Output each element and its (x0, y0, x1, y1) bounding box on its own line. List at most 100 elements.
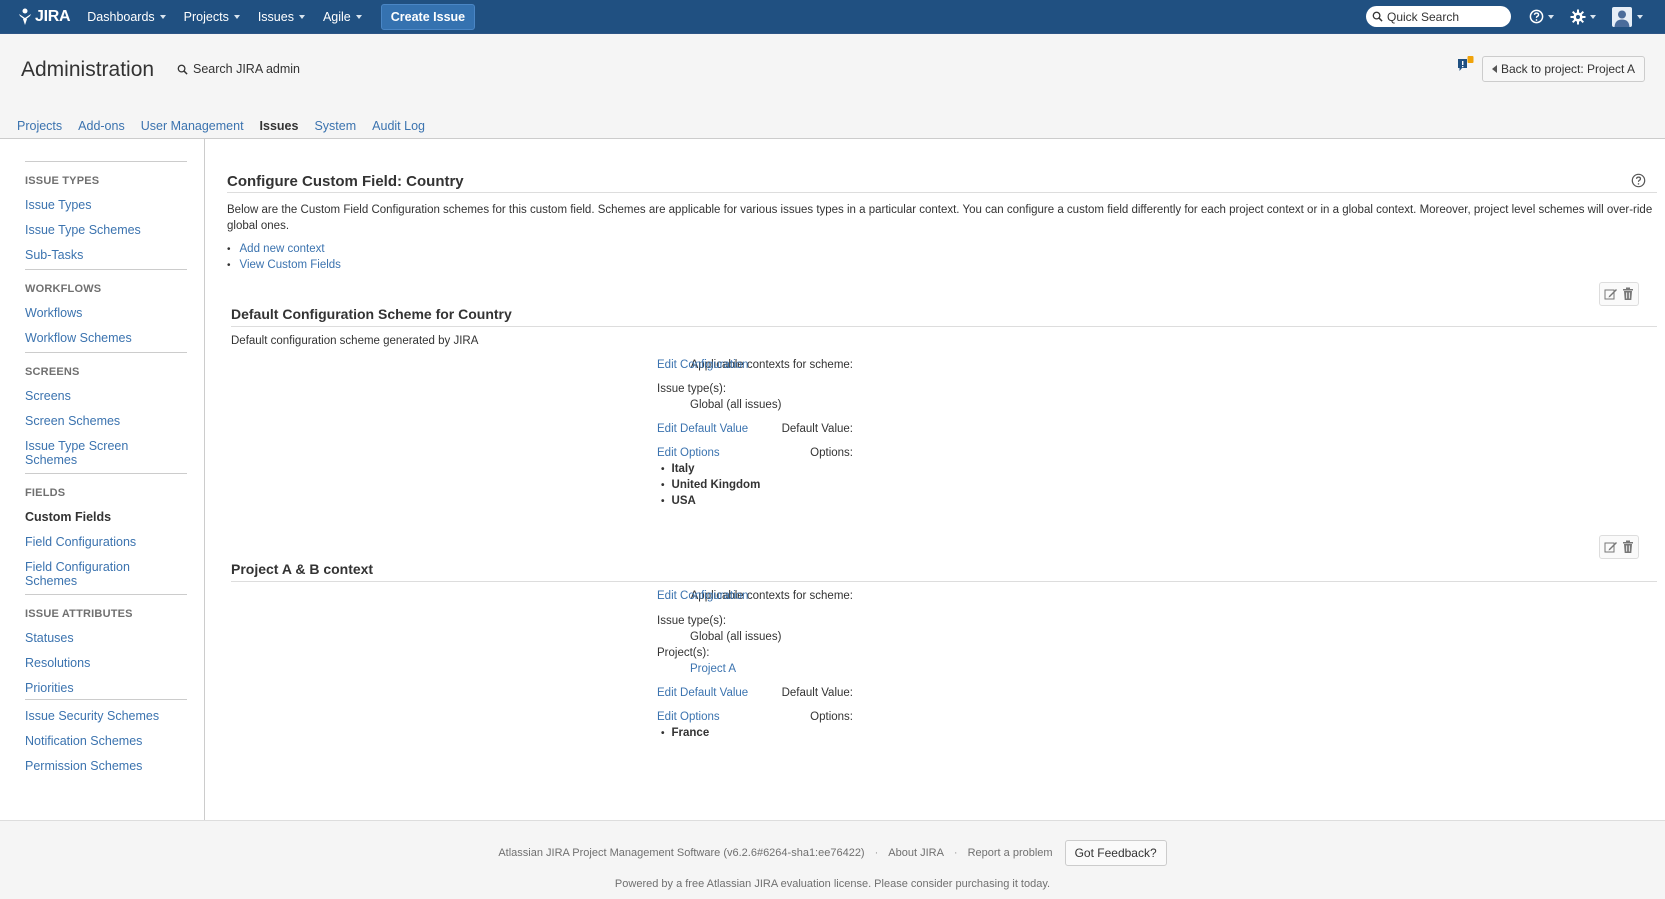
search-icon (1372, 11, 1383, 22)
list-item: • View Custom Fields (227, 259, 341, 271)
sidebar-item-issue-type-screen-schemes[interactable]: Issue Type Screen Schemes (25, 439, 135, 467)
chevron-down-icon (355, 14, 362, 19)
got-feedback-button[interactable]: Got Feedback? (1064, 840, 1167, 866)
back-to-project-button[interactable]: Back to project: Project A (1482, 56, 1646, 82)
sidebar-item-screen-schemes[interactable]: Screen Schemes (25, 414, 120, 428)
help-menu[interactable] (1529, 9, 1554, 24)
option-item: • Italy (661, 463, 695, 475)
admin-notification-button[interactable] (1457, 56, 1474, 77)
sidebar-item-sub-tasks[interactable]: Sub-Tasks (25, 248, 83, 262)
footer-separator: · (953, 847, 958, 859)
project-a-link[interactable]: Project A (690, 663, 736, 675)
sidebar-item-screens[interactable]: Screens (25, 389, 71, 403)
sidebar-item-permission-schemes[interactable]: Permission Schemes (25, 759, 142, 773)
edit-icon[interactable] (1604, 287, 1618, 301)
admin-search-placeholder: Search JIRA admin (193, 62, 300, 76)
tab-projects[interactable]: Projects (0, 119, 70, 133)
sidebar-item-workflow-schemes[interactable]: Workflow Schemes (25, 331, 132, 345)
bullet: • (661, 495, 665, 507)
nav-issues[interactable]: Issues (249, 0, 314, 34)
arrow-left-icon (1492, 65, 1497, 73)
user-profile-menu[interactable] (1612, 6, 1643, 27)
bullet: • (661, 463, 665, 475)
sidebar-group-fields: Fields Custom Fields Field Configuration… (25, 473, 187, 588)
scheme-description: Default configuration scheme generated b… (231, 335, 479, 347)
add-new-context-link[interactable]: Add new context (240, 243, 325, 255)
edit-icon[interactable] (1604, 540, 1618, 554)
chevron-down-icon (298, 14, 305, 19)
sidebar-item-workflows[interactable]: Workflows (25, 306, 82, 320)
nav-issues-label: Issues (257, 9, 294, 24)
edit-configuration-link[interactable]: Edit Configuration (657, 359, 748, 371)
option-label: Italy (671, 463, 695, 475)
tab-system[interactable]: System (306, 119, 364, 133)
sidebar-group-screens: Screens Screens Screen Schemes Issue Typ… (25, 352, 187, 467)
bullet: • (661, 479, 665, 491)
divider (25, 161, 187, 162)
sidebar-heading: Fields (25, 487, 66, 499)
edit-options-link[interactable]: Edit Options (657, 711, 720, 723)
tab-add-ons[interactable]: Add-ons (70, 119, 133, 133)
page-heading: Configure Custom Field: Country (227, 173, 464, 190)
notification-flag-icon (1458, 56, 1474, 71)
divider (25, 269, 187, 270)
divider (231, 326, 1657, 327)
edit-default-value-link[interactable]: Edit Default Value (657, 423, 748, 435)
nav-agile-label: Agile (322, 9, 351, 24)
admin-search-input[interactable]: Search JIRA admin (177, 62, 300, 76)
jira-logo-icon (19, 8, 31, 25)
edit-options-link[interactable]: Edit Options (657, 447, 720, 459)
nav-dashboards[interactable]: Dashboards (78, 0, 174, 34)
sidebar-item-field-configuration-schemes[interactable]: Field Configuration Schemes (25, 560, 140, 588)
tab-user-management[interactable]: User Management (133, 119, 252, 133)
quick-search-input[interactable]: Quick Search (1366, 6, 1511, 27)
option-label: United Kingdom (671, 479, 761, 491)
sidebar-item-resolutions[interactable]: Resolutions (25, 656, 90, 670)
option-label: France (671, 727, 710, 739)
sidebar-item-statuses[interactable]: Statuses (25, 631, 74, 645)
help-icon (1631, 173, 1646, 188)
chevron-down-icon (1637, 14, 1643, 19)
sidebar-item-notification-schemes[interactable]: Notification Schemes (25, 734, 142, 748)
admin-sidebar: Issue Types Issue Types Issue Type Schem… (0, 139, 205, 820)
nav-projects-label: Projects (183, 9, 229, 24)
page-description: Below are the Custom Field Configuration… (227, 204, 1653, 232)
trash-icon[interactable] (1622, 540, 1634, 554)
sidebar-item-custom-fields[interactable]: Custom Fields (25, 510, 111, 524)
sidebar-item-field-configurations[interactable]: Field Configurations (25, 535, 136, 549)
divider (25, 594, 187, 595)
option-item: • USA (661, 495, 696, 507)
sidebar-heading: Issue Attributes (25, 608, 133, 620)
sidebar-item-priorities[interactable]: Priorities (25, 681, 74, 695)
tab-issues[interactable]: Issues (252, 119, 307, 133)
chevron-down-icon (1590, 14, 1596, 19)
option-item: • France (661, 727, 709, 739)
help-link[interactable] (1631, 173, 1646, 191)
default-value-label: Default Value: (781, 423, 853, 435)
view-custom-fields-link[interactable]: View Custom Fields (240, 259, 341, 271)
nav-agile[interactable]: Agile (314, 0, 371, 34)
chevron-down-icon (159, 14, 166, 19)
default-value-label: Default Value: (781, 687, 853, 699)
footer-license: Powered by a free Atlassian JIRA evaluat… (614, 878, 1051, 890)
about-jira-link[interactable]: About JIRA (888, 847, 944, 859)
nav-projects[interactable]: Projects (175, 0, 249, 34)
divider (25, 699, 187, 700)
admin-settings-menu[interactable] (1570, 9, 1596, 25)
sidebar-item-issue-security-schemes[interactable]: Issue Security Schemes (25, 709, 159, 723)
jira-logo[interactable]: JIRA (17, 7, 71, 26)
gear-icon (1570, 9, 1586, 24)
admin-tabs: Projects Add-ons User Management Issues … (0, 113, 433, 139)
sidebar-item-issue-type-schemes[interactable]: Issue Type Schemes (25, 223, 141, 237)
sidebar-item-issue-types[interactable]: Issue Types (25, 198, 91, 212)
edit-configuration-link[interactable]: Edit Configuration (657, 590, 748, 602)
option-item: • United Kingdom (661, 479, 760, 491)
tab-audit-log[interactable]: Audit Log (364, 119, 433, 133)
footer-version: Atlassian JIRA Project Management Softwa… (498, 847, 865, 859)
projects-label: Project(s): (657, 647, 710, 659)
edit-default-value-link[interactable]: Edit Default Value (657, 687, 748, 699)
report-problem-link[interactable]: Report a problem (968, 847, 1053, 859)
trash-icon[interactable] (1622, 287, 1634, 301)
create-issue-button[interactable]: Create Issue (380, 3, 476, 30)
jira-logo-text: JIRA (35, 7, 71, 25)
